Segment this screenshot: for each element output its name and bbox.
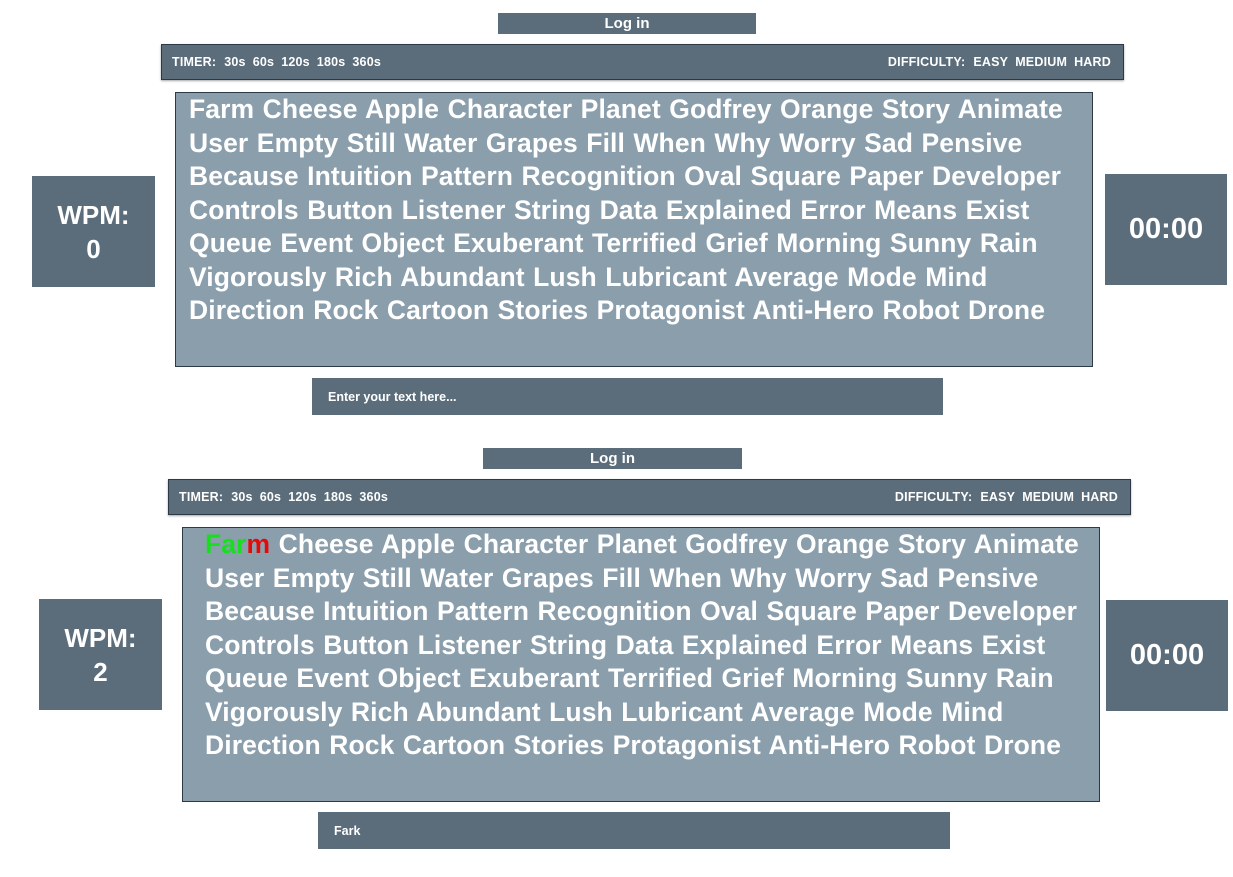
timer-option-30s[interactable]: 30s <box>224 55 245 69</box>
wpm-value: 0 <box>86 233 101 264</box>
timer-option-30s[interactable]: 30s <box>231 490 252 504</box>
typed-wrong-letters: m <box>246 529 271 559</box>
timer-label: TIMER: <box>172 55 217 69</box>
wpm-label: WPM: <box>64 622 137 653</box>
prompt-words: Farm Cheese Apple Character Planet Godfr… <box>189 94 1063 325</box>
timer-option-120s[interactable]: 120s <box>281 55 310 69</box>
typing-screen-initial: Log in TIMER: 30s 60s 120s 180s 360s DIF… <box>0 0 1233 440</box>
typing-input[interactable]: Fark <box>318 812 950 849</box>
timer-options: TIMER: 30s 60s 120s 180s 360s <box>172 55 388 69</box>
wpm-label: WPM: <box>57 199 130 230</box>
difficulty-option-easy[interactable]: EASY <box>973 55 1008 69</box>
timer-display: 00:00 <box>1105 174 1227 285</box>
prompt-words: Cheese Apple Character Planet Godfrey Or… <box>205 529 1079 760</box>
difficulty-label: DIFFICULTY: <box>894 490 973 504</box>
word-prompt: Farm Cheese Apple Character Planet Godfr… <box>175 92 1093 367</box>
timer-option-360s[interactable]: 360s <box>359 490 388 504</box>
timer-value: 00:00 <box>1129 639 1205 671</box>
difficulty-options: DIFFICULTY: EASY MEDIUM HARD <box>888 55 1111 69</box>
difficulty-option-easy[interactable]: EASY <box>980 490 1015 504</box>
timer-display: 00:00 <box>1106 600 1228 711</box>
difficulty-option-hard[interactable]: HARD <box>1081 490 1118 504</box>
difficulty-option-medium[interactable]: MEDIUM <box>1022 490 1074 504</box>
difficulty-option-medium[interactable]: MEDIUM <box>1015 55 1067 69</box>
typing-screen-in-progress: Log in TIMER: 30s 60s 120s 180s 360s DIF… <box>0 435 1233 875</box>
difficulty-options: DIFFICULTY: EASY MEDIUM HARD <box>895 490 1118 504</box>
difficulty-option-hard[interactable]: HARD <box>1074 55 1111 69</box>
timer-option-180s[interactable]: 180s <box>317 55 346 69</box>
timer-option-360s[interactable]: 360s <box>352 55 381 69</box>
typing-input-text: Fark <box>334 823 361 838</box>
login-button[interactable]: Log in <box>483 448 742 469</box>
wpm-display: WPM: 0 <box>32 176 155 287</box>
timer-option-120s[interactable]: 120s <box>288 490 317 504</box>
settings-bar: TIMER: 30s 60s 120s 180s 360s DIFFICULTY… <box>168 479 1131 515</box>
timer-value: 00:00 <box>1128 213 1204 245</box>
login-button[interactable]: Log in <box>498 13 756 34</box>
timer-option-60s[interactable]: 60s <box>253 55 274 69</box>
typing-input-text: Enter your text here... <box>328 389 457 404</box>
settings-bar: TIMER: 30s 60s 120s 180s 360s DIFFICULTY… <box>161 44 1124 80</box>
difficulty-label: DIFFICULTY: <box>887 55 966 69</box>
wpm-display: WPM: 2 <box>39 599 162 710</box>
timer-option-60s[interactable]: 60s <box>260 490 281 504</box>
timer-options: TIMER: 30s 60s 120s 180s 360s <box>179 490 395 504</box>
timer-label: TIMER: <box>179 490 224 504</box>
wpm-value: 2 <box>93 656 108 687</box>
word-prompt: Farm Cheese Apple Character Planet Godfr… <box>182 527 1100 802</box>
typed-correct-letters: Far <box>205 529 247 559</box>
timer-option-180s[interactable]: 180s <box>324 490 353 504</box>
typing-input[interactable]: Enter your text here... <box>312 378 943 415</box>
